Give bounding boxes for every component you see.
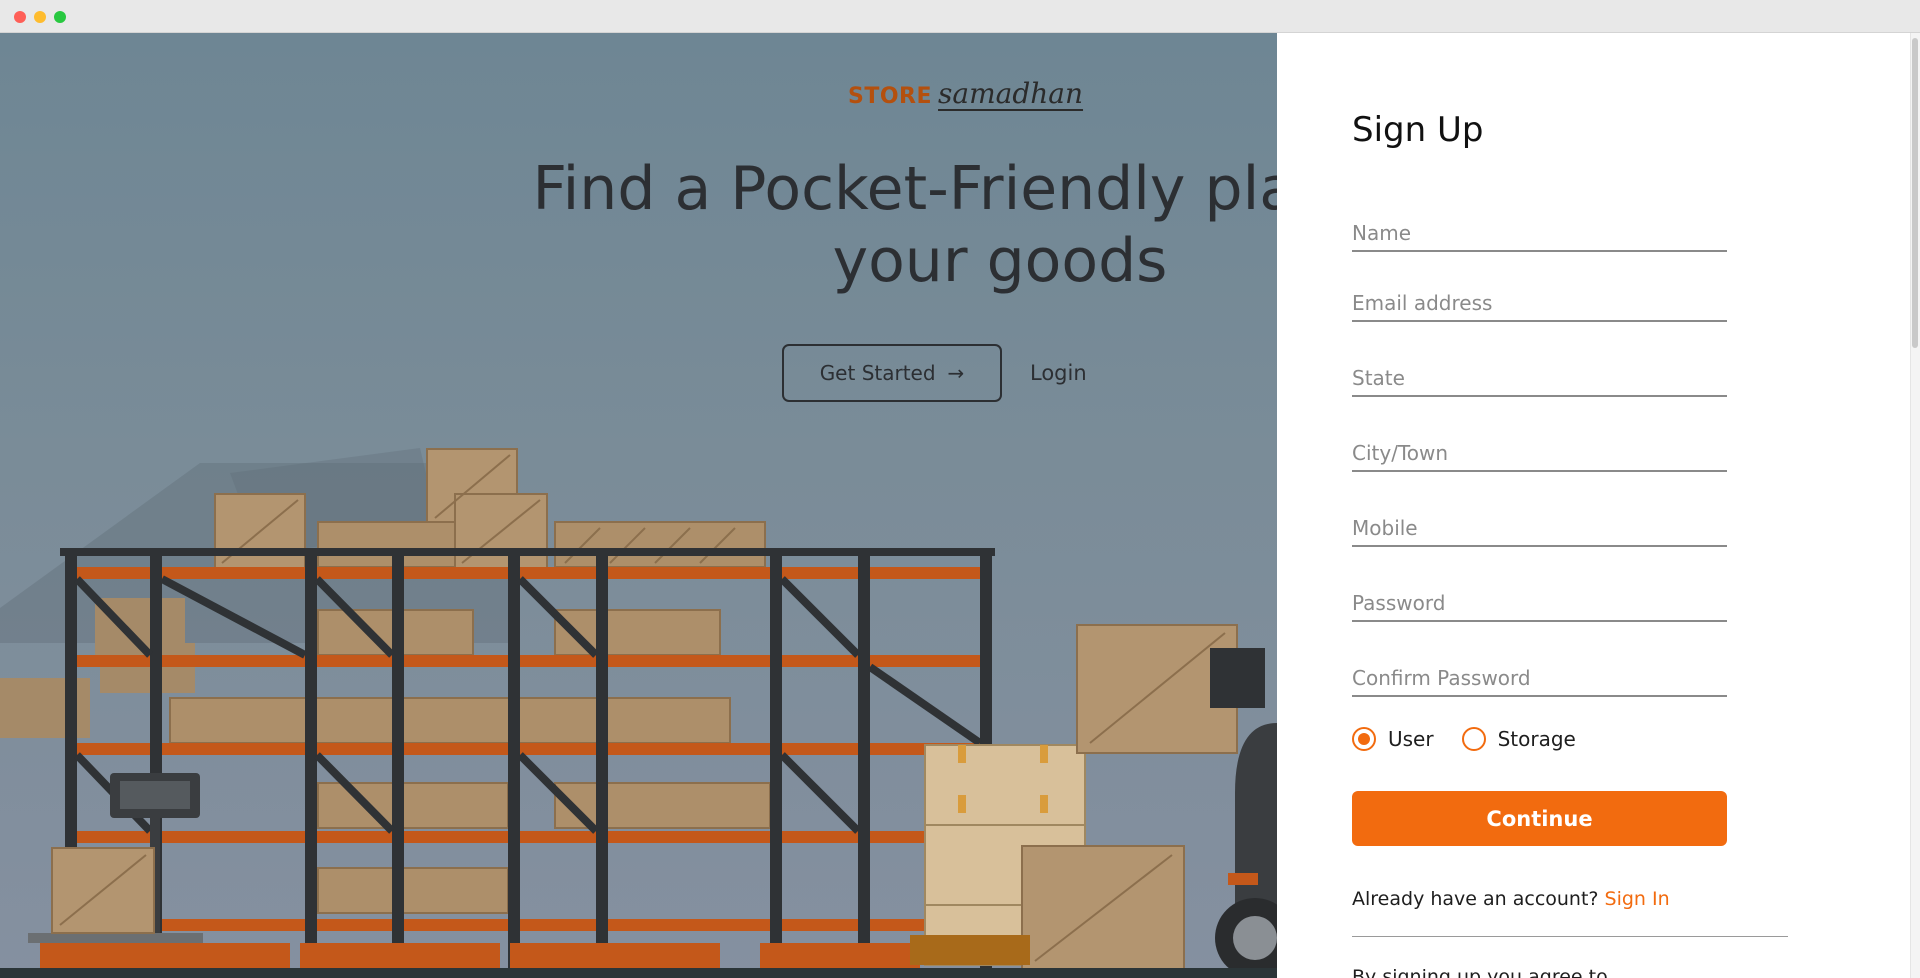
brand-logo[interactable]: STORE samadhan (848, 77, 1083, 117)
already-have-account: Already have an account? Sign In (1352, 888, 1670, 910)
scrollbar-thumb[interactable] (1912, 38, 1918, 348)
radio-checked-icon[interactable] (1352, 727, 1376, 751)
role-user-label: User (1388, 727, 1434, 751)
sign-in-link[interactable]: Sign In (1605, 888, 1670, 910)
maximize-window-button[interactable] (54, 11, 66, 23)
password-field[interactable] (1352, 582, 1727, 622)
email-field[interactable] (1352, 282, 1727, 322)
get-started-button[interactable]: Get Started → (782, 344, 1002, 402)
role-radio-group: User Storage (1352, 723, 1604, 755)
terms-text: By signing up you agree to (1352, 966, 1608, 978)
name-field[interactable] (1352, 212, 1727, 252)
window-titlebar (0, 0, 1920, 33)
headline-line-1: Find a Pocket-Friendly place for (532, 154, 1277, 224)
headline-line-2: your goods (832, 226, 1168, 296)
already-have-account-text: Already have an account? (1352, 888, 1599, 910)
hero-headline: Find a Pocket-Friendly place for your go… (500, 153, 1277, 297)
role-radio-storage[interactable]: Storage (1461, 727, 1576, 751)
mobile-field[interactable] (1352, 507, 1727, 547)
confirm-password-field[interactable] (1352, 657, 1727, 697)
logo-samadhan-text: samadhan (938, 77, 1084, 110)
city-town-field[interactable] (1352, 432, 1727, 472)
role-radio-user[interactable]: User (1352, 727, 1434, 751)
state-field[interactable] (1352, 357, 1727, 397)
hero-section: STOREsamadhan Find a Pocket-Friendly pla… (0, 33, 1277, 978)
minimize-window-button[interactable] (34, 11, 46, 23)
role-storage-label: Storage (1497, 727, 1576, 751)
divider (1352, 936, 1788, 937)
continue-button[interactable]: Continue (1352, 791, 1727, 846)
radio-unchecked-icon[interactable] (1461, 727, 1486, 751)
get-started-label: Get Started (819, 361, 936, 385)
login-link[interactable]: Login (1030, 344, 1087, 402)
signup-title: Sign Up (1352, 110, 1484, 150)
close-window-button[interactable] (14, 11, 26, 23)
logo-store-text: STORE (848, 84, 933, 109)
arrow-right-icon: → (947, 361, 965, 385)
